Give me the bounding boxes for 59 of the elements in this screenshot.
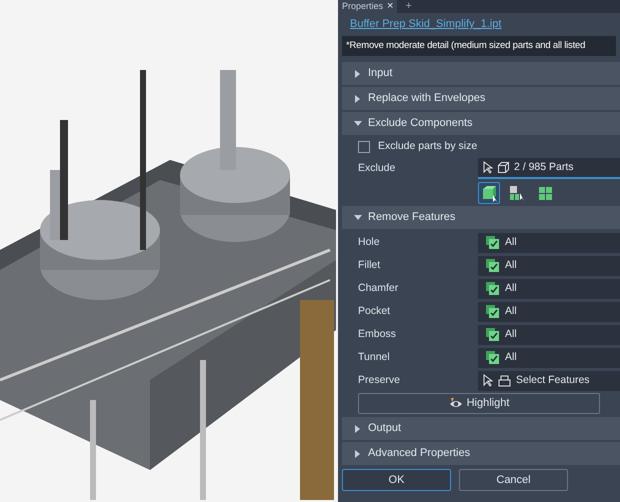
expanded-caret-icon: [354, 120, 362, 128]
collapsed-caret-icon: [354, 450, 362, 458]
preserve-field[interactable]: Select Features: [478, 370, 620, 390]
checked-boxes-icon: [486, 328, 499, 341]
feature-field[interactable]: All: [478, 232, 620, 252]
cube-cursor-icon: [480, 184, 498, 202]
section-header[interactable]: Input: [342, 62, 620, 85]
expanded-caret-icon: [354, 214, 362, 222]
field-label: Tunnel: [358, 350, 391, 365]
checkbox[interactable]: [358, 141, 370, 153]
section-header[interactable]: Remove Features: [342, 206, 620, 229]
section-header[interactable]: Replace with Envelopes: [342, 87, 620, 110]
description-field[interactable]: *Remove moderate detail (medium sized parts and all listed: [342, 36, 616, 56]
checked-boxes-icon: [486, 259, 499, 272]
field-label: Preserve: [358, 372, 402, 388]
section-title: Input: [368, 66, 392, 82]
section-title: Output: [368, 421, 402, 436]
feature-field[interactable]: All: [478, 348, 620, 368]
section-header[interactable]: Exclude Components: [342, 112, 620, 135]
feature-field[interactable]: All: [478, 324, 620, 344]
eye-icon: [448, 398, 463, 410]
feature-field[interactable]: All: [478, 278, 620, 298]
field-label: Chamfer: [358, 280, 400, 296]
close-icon[interactable]: ×: [387, 1, 394, 12]
properties-tab[interactable]: Properties ×: [338, 0, 398, 13]
feature-field[interactable]: All: [478, 302, 620, 322]
field-label: Hole: [358, 234, 381, 250]
section-title: Exclude Components: [368, 116, 473, 132]
selection-mode-button[interactable]: [478, 182, 500, 204]
cursor-icon: [483, 161, 493, 174]
field-label: Fillet: [358, 258, 382, 273]
feature-icon: [498, 374, 511, 386]
dialog-button[interactable]: OK: [342, 469, 451, 491]
field-label: Emboss: [358, 326, 397, 342]
cube-icon: [498, 162, 509, 173]
field-label: Pocket: [358, 304, 392, 319]
add-tab-icon[interactable]: +: [405, 1, 412, 12]
section-title: Replace with Envelopes: [368, 91, 486, 106]
grid-icon: [536, 184, 554, 202]
section-header[interactable]: Output: [342, 417, 620, 440]
checked-boxes-icon: [486, 282, 499, 295]
collapsed-caret-icon: [354, 70, 362, 78]
file-link[interactable]: Buffer Prep Skid_Simplify_1.ipt: [350, 16, 502, 33]
collapsed-caret-icon: [354, 94, 362, 102]
exclude-field[interactable]: 2 / 985 Parts: [478, 158, 620, 179]
section-header[interactable]: Advanced Properties: [342, 442, 620, 465]
checkbox-label: Exclude parts by size: [378, 139, 478, 154]
highlight-button[interactable]: Highlight: [358, 393, 600, 414]
checked-boxes-icon: [486, 351, 499, 364]
section-title: Remove Features: [368, 210, 456, 226]
checked-boxes-icon: [486, 305, 499, 318]
cursor-icon: [483, 374, 493, 387]
field-label: Exclude: [358, 160, 396, 176]
section-title: Advanced Properties: [368, 446, 470, 462]
dialog-button[interactable]: Cancel: [459, 469, 568, 491]
feature-field[interactable]: All: [478, 256, 620, 276]
checked-boxes-icon: [486, 236, 499, 249]
collapsed-caret-icon: [354, 424, 362, 432]
blocks-cursor-icon: [508, 184, 526, 202]
